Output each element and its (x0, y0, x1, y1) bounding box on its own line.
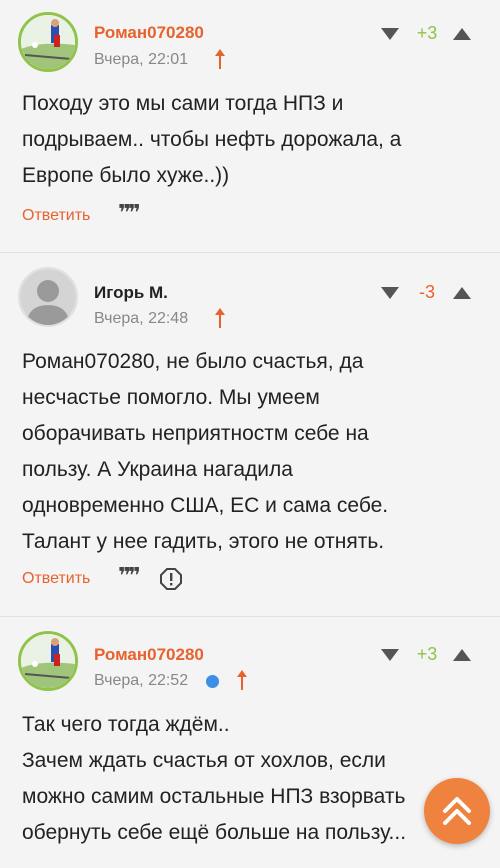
avatar[interactable] (18, 12, 78, 72)
comment-text-line: Походу это мы сами тогда НПЗ и (22, 92, 344, 115)
comment-score: +3 (416, 644, 438, 664)
default-avatar-icon (20, 269, 76, 325)
comment-text: Походу это мы сами тогда НПЗ и подрываем… (22, 86, 492, 194)
comment-time: Вчера, 22:01 (94, 51, 189, 68)
comment-text: Роман070280, не было счастья, да несчаст… (22, 344, 492, 560)
comment-score: +3 (416, 23, 438, 43)
report-icon[interactable] (160, 568, 182, 590)
comment-text-line: пользу. А Украина нагадила (22, 458, 293, 481)
vote-down-button[interactable] (380, 27, 400, 41)
vote-up-button[interactable] (452, 648, 472, 662)
comment-text-line: Роман070280, не было счастья, да (22, 350, 364, 373)
vote-down-button[interactable] (380, 648, 400, 662)
avatar-image (21, 634, 75, 688)
scroll-to-top-button[interactable] (424, 778, 490, 844)
comment-text-line: Зачем ждать счастья от хохлов, если (22, 749, 386, 772)
comment-text-line: подрываем.. чтобы нефть дорожала, а (22, 128, 402, 151)
vote-up-button[interactable] (452, 286, 472, 300)
comment-time: Вчера, 22:48 (94, 310, 189, 327)
quote-icon[interactable]: ❞❞ (118, 201, 141, 226)
arrow-up-icon (237, 670, 247, 690)
author-name[interactable]: Роман070280 (94, 645, 204, 665)
comment: Игорь М. Вчера, 22:48 -3 Роман070280, не… (0, 253, 500, 615)
comment-score: -3 (418, 282, 435, 302)
comment-text-line: одновременно США, ЕС и сама себе. (22, 494, 389, 517)
avatar-image (21, 15, 75, 69)
online-status-dot (206, 675, 219, 688)
vote-down-button[interactable] (380, 286, 400, 300)
quote-icon[interactable]: ❞❞ (118, 564, 141, 589)
arrow-up-icon (215, 49, 225, 69)
comment-text-line: оборачивать неприятностм себе на (22, 422, 369, 445)
reply-button[interactable]: Ответить (22, 570, 90, 588)
reply-button[interactable]: Ответить (22, 207, 90, 225)
author-name[interactable]: Роман070280 (94, 23, 204, 43)
author-name[interactable]: Игорь М. (94, 283, 168, 303)
avatar[interactable] (18, 631, 78, 691)
comment-time: Вчера, 22:52 (94, 672, 189, 689)
comment-text-line: Европе было хуже..)) (22, 164, 230, 187)
comment: Роман070280 Вчера, 22:01 +3 Походу это м… (0, 0, 500, 250)
comment-text-line: Так чего тогда ждём.. (22, 713, 230, 736)
double-chevron-up-icon (443, 797, 471, 825)
arrow-up-icon (215, 308, 225, 328)
vote-up-button[interactable] (452, 27, 472, 41)
avatar[interactable] (18, 267, 78, 327)
comment-text-line: Талант у нее гадить, этого не отнять. (22, 530, 385, 553)
comment-text-line: несчастье помогло. Мы умеем (22, 386, 320, 409)
